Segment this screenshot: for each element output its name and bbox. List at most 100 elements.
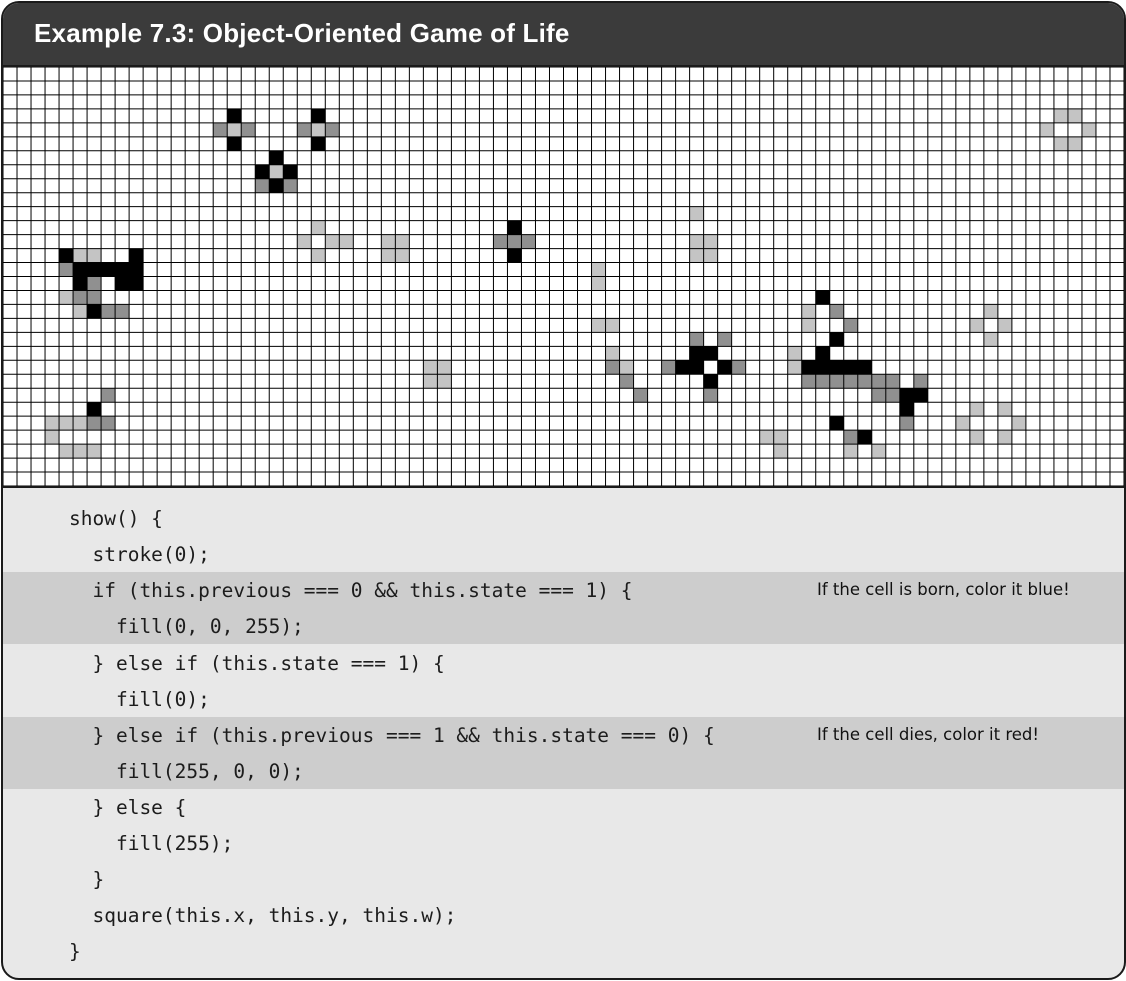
cell-born — [101, 388, 116, 403]
cell-born — [283, 178, 298, 193]
cell-alive — [815, 290, 830, 305]
cell-died — [381, 248, 396, 263]
cell-died — [87, 248, 102, 263]
cell-died — [997, 430, 1012, 445]
cell-alive — [507, 248, 522, 263]
cell-died — [227, 122, 242, 137]
code-line: fill(255, 0, 0); — [69, 760, 304, 783]
cell-alive — [227, 108, 242, 123]
code-line: } else if (this.previous === 1 && this.s… — [69, 724, 715, 747]
cell-died — [703, 234, 718, 249]
cell-born — [59, 262, 74, 277]
cell-alive — [829, 416, 844, 431]
cell-alive — [703, 374, 718, 389]
cell-alive — [73, 262, 88, 277]
cell-alive — [101, 262, 116, 277]
cell-born — [297, 122, 312, 137]
cell-alive — [115, 276, 130, 291]
cell-alive — [815, 360, 830, 375]
cell-died — [325, 234, 340, 249]
code-line: fill(0, 0, 255); — [69, 615, 304, 638]
cell-born — [885, 388, 900, 403]
cell-died — [73, 248, 88, 263]
cell-died — [787, 360, 802, 375]
cell-born — [101, 416, 116, 431]
cell-born — [885, 374, 900, 389]
cell-alive — [899, 402, 914, 417]
code-line: fill(0); — [69, 688, 210, 711]
cell-alive — [87, 304, 102, 319]
cell-born — [255, 178, 270, 193]
cell-alive — [59, 248, 74, 263]
title-bar: Example 7.3: Object-Oriented Game of Lif… — [3, 3, 1124, 67]
cell-died — [311, 248, 326, 263]
cell-alive — [829, 332, 844, 347]
cell-died — [773, 430, 788, 445]
example-title: Example 7.3: Object-Oriented Game of Lif… — [34, 18, 570, 48]
cell-died — [59, 290, 74, 305]
cell-born — [507, 234, 522, 249]
cell-alive — [283, 164, 298, 179]
cell-died — [773, 444, 788, 459]
cell-died — [395, 234, 410, 249]
cell-alive — [129, 248, 144, 263]
cell-alive — [689, 346, 704, 361]
cell-alive — [227, 136, 242, 151]
cell-died — [787, 346, 802, 361]
cell-alive — [129, 262, 144, 277]
cell-alive — [801, 360, 816, 375]
cell-died — [311, 122, 326, 137]
cell-born — [731, 360, 746, 375]
cell-alive — [689, 360, 704, 375]
code-line: show() { — [69, 507, 163, 530]
cell-died — [983, 332, 998, 347]
cell-died — [1039, 122, 1054, 137]
cell-born — [689, 332, 704, 347]
cell-born — [619, 374, 634, 389]
cell-died — [969, 402, 984, 417]
cell-died — [689, 248, 704, 263]
cell-born — [913, 374, 928, 389]
cell-born — [521, 234, 536, 249]
cell-alive — [507, 220, 522, 235]
cell-alive — [311, 108, 326, 123]
cell-alive — [717, 360, 732, 375]
cell-died — [969, 318, 984, 333]
cell-born — [87, 290, 102, 305]
code-line: } — [69, 868, 105, 891]
cell-born — [717, 332, 732, 347]
cell-alive — [815, 346, 830, 361]
cell-born — [493, 234, 508, 249]
cell-born — [87, 276, 102, 291]
cell-died — [605, 346, 620, 361]
cell-alive — [843, 360, 858, 375]
cell-died — [73, 304, 88, 319]
cell-died — [843, 444, 858, 459]
cell-alive — [87, 402, 102, 417]
cell-born — [101, 304, 116, 319]
cell-died — [969, 430, 984, 445]
cell-died — [1067, 136, 1082, 151]
cell-alive — [857, 360, 872, 375]
cell-born — [213, 122, 228, 137]
cell-alive — [311, 136, 326, 151]
cell-died — [801, 304, 816, 319]
cell-alive — [87, 262, 102, 277]
cell-alive — [129, 276, 144, 291]
cell-died — [689, 206, 704, 221]
cell-alive — [73, 276, 88, 291]
cell-died — [311, 220, 326, 235]
cell-died — [591, 318, 606, 333]
cell-alive — [115, 262, 130, 277]
cell-alive — [857, 430, 872, 445]
cell-born — [871, 388, 886, 403]
cell-born — [899, 416, 914, 431]
cell-born — [843, 318, 858, 333]
annotation-dies: If the cell dies, color it red! — [817, 725, 1040, 744]
cell-born — [703, 388, 718, 403]
cell-died — [1053, 108, 1068, 123]
grid-canvas — [3, 67, 1124, 486]
cell-born — [829, 374, 844, 389]
code-line: square(this.x, this.y, this.w); — [69, 904, 457, 927]
annotation-born: If the cell is born, color it blue! — [817, 580, 1070, 599]
